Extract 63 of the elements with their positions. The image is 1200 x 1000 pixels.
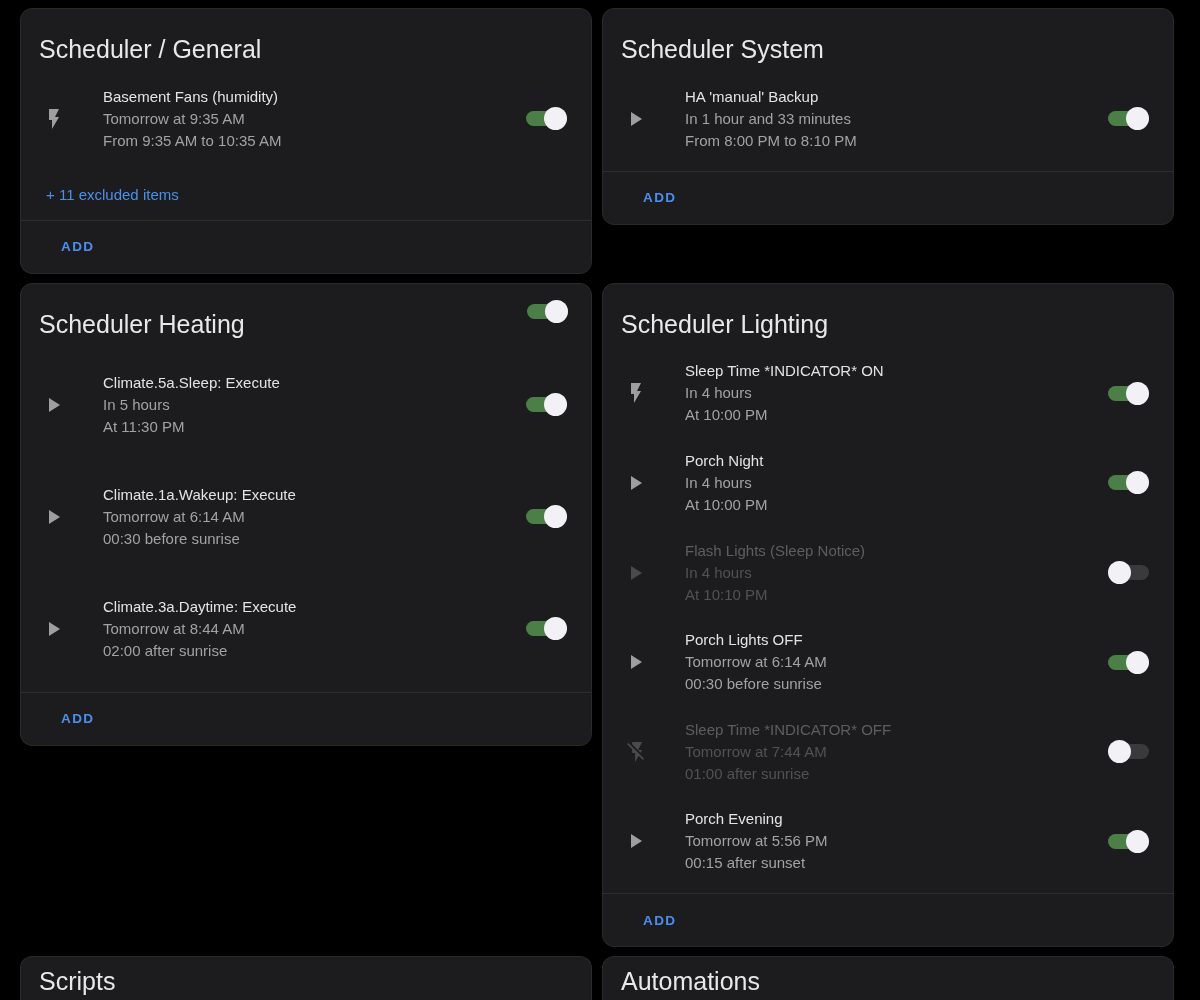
schedule-name: Climate.3a.Daytime: Execute <box>103 596 297 617</box>
schedule-name: HA 'manual' Backup <box>685 86 819 107</box>
schedule-name: Porch Lights OFF <box>685 630 803 651</box>
add-button[interactable]: ADD <box>619 902 701 939</box>
play-icon <box>630 111 642 126</box>
schedule-time: From 9:35 AM to 10:35 AM <box>103 130 282 151</box>
schedule-name: Porch Night <box>685 451 764 471</box>
toggle-switch[interactable] <box>526 107 567 131</box>
schedule-next-run: In 5 hours <box>103 394 170 415</box>
schedule-name: Porch Evening <box>685 809 783 830</box>
add-button[interactable]: ADD <box>619 179 701 216</box>
toggle-switch[interactable] <box>527 299 568 323</box>
schedule-next-run: Tomorrow at 6:14 AM <box>685 652 827 673</box>
toggle-switch[interactable] <box>1108 561 1149 585</box>
card-title: Automations <box>621 966 760 997</box>
schedule-name: Basement Fans (humidity) <box>103 86 279 107</box>
play-icon <box>48 509 60 524</box>
play-icon <box>48 397 60 412</box>
toggle-switch[interactable] <box>1108 740 1149 764</box>
schedule-time: At 10:00 PM <box>685 405 768 426</box>
toggle-switch[interactable] <box>1108 107 1149 131</box>
toggle-switch[interactable] <box>1108 381 1149 405</box>
schedule-time: At 10:00 PM <box>685 495 768 515</box>
schedule-name: Flash Lights (Sleep Notice) <box>685 540 866 561</box>
schedule-time: 02:00 after sunrise <box>103 640 228 661</box>
toggle-switch[interactable] <box>1108 650 1149 674</box>
schedule-time: 00:30 before sunrise <box>103 528 240 549</box>
card-title: Scheduler / General <box>39 34 262 65</box>
play-icon <box>48 621 60 636</box>
schedule-name: Sleep Time *INDICATOR* ON <box>685 361 884 382</box>
card-title: Scripts <box>39 966 116 997</box>
play-icon <box>630 834 642 849</box>
schedule-name: Climate.5a.Sleep: Execute <box>103 372 280 393</box>
card-title: Scheduler Heating <box>39 308 245 340</box>
schedule-next-run: In 4 hours <box>685 383 752 404</box>
schedule-time: 00:15 after sunset <box>685 853 806 874</box>
schedule-time: From 8:00 PM to 8:10 PM <box>685 130 857 151</box>
excluded-items-link[interactable]: + 11 excluded items <box>46 185 179 203</box>
toggle-switch[interactable] <box>526 617 567 641</box>
schedule-next-run: In 4 hours <box>685 473 752 493</box>
schedule-name: Sleep Time *INDICATOR* OFF <box>685 719 892 740</box>
schedule-next-run: Tomorrow at 5:56 PM <box>685 831 828 852</box>
add-button[interactable]: ADD <box>37 228 119 265</box>
schedule-time: At 11:30 PM <box>103 416 185 437</box>
lightning-off-icon <box>627 741 645 762</box>
lightning-icon <box>49 108 59 129</box>
toggle-switch[interactable] <box>526 393 567 417</box>
schedule-time: 00:30 before sunrise <box>685 674 822 695</box>
schedule-next-run: Tomorrow at 6:14 AM <box>103 506 245 527</box>
toggle-switch[interactable] <box>1108 829 1149 853</box>
add-button[interactable]: ADD <box>37 700 119 737</box>
schedule-name: Climate.1a.Wakeup: Execute <box>103 484 296 505</box>
schedule-next-run: Tomorrow at 9:35 AM <box>103 108 245 129</box>
card-title: Scheduler System <box>621 34 824 65</box>
toggle-switch[interactable] <box>526 505 567 529</box>
schedule-next-run: In 1 hour and 33 minutes <box>685 108 851 129</box>
play-icon <box>630 655 642 670</box>
schedule-next-run: Tomorrow at 8:44 AM <box>103 618 245 639</box>
play-icon <box>630 476 642 490</box>
card-title: Scheduler Lighting <box>621 308 829 340</box>
lightning-icon <box>631 383 641 404</box>
toggle-switch[interactable] <box>1108 471 1149 495</box>
play-icon <box>630 565 642 580</box>
